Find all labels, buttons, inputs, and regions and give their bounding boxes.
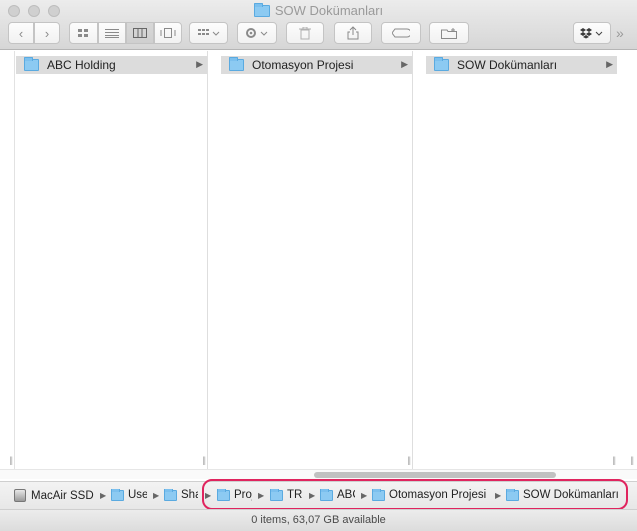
chevron-right-icon: › [44, 25, 50, 41]
users-folder-icon [111, 489, 124, 501]
hard-disk-icon [14, 489, 26, 502]
window-titlebar: SOW Dokümanları ‹ › » [0, 0, 637, 50]
window-title: SOW Dokümanları [0, 2, 637, 18]
browser-column-2: Otomasyon Projesi ▶ || [221, 51, 413, 469]
column-resize-handle[interactable]: || [630, 455, 634, 465]
grid-icon [78, 28, 88, 37]
cover-flow-icon [160, 28, 176, 38]
column-item-otomasyon-projesi[interactable]: Otomasyon Projesi ▶ [221, 56, 412, 74]
toolbar-overflow-icon[interactable]: » [616, 25, 624, 41]
dropbox-icon [580, 28, 603, 39]
folder-icon [434, 57, 449, 71]
trash-icon [299, 26, 311, 39]
column-view-button[interactable] [126, 22, 154, 44]
column-resize-handle[interactable]: || [9, 455, 13, 465]
disclosure-arrow-icon: ▶ [196, 59, 203, 69]
column-left-edge: || [0, 51, 15, 469]
path-item-label: Users [128, 489, 147, 501]
new-folder-button[interactable] [429, 22, 469, 44]
path-item-shared[interactable]: Shared [164, 489, 198, 501]
column-resize-handle[interactable]: || [407, 455, 411, 465]
columns-icon [133, 28, 147, 38]
path-separator-icon: ▶ [100, 491, 107, 500]
path-item-users[interactable]: Users [111, 489, 147, 501]
share-button[interactable] [334, 22, 372, 44]
column-item-abc-holding[interactable]: ABC Holding ▶ [16, 56, 207, 74]
toolbar: ‹ › » [0, 22, 637, 46]
new-folder-icon [441, 27, 457, 39]
tag-icon [392, 28, 410, 38]
browser-column-3: SOW Dokümanları ▶ || [426, 51, 618, 469]
back-button[interactable]: ‹ [8, 22, 34, 44]
delete-button[interactable] [286, 22, 324, 44]
list-icon [105, 28, 119, 38]
dropbox-button[interactable] [573, 22, 611, 44]
disclosure-arrow-icon: ▶ [606, 59, 613, 69]
folder-icon [164, 489, 177, 501]
column-item-label: Otomasyon Projesi [252, 58, 354, 72]
column-item-label: SOW Dokümanları [457, 58, 558, 72]
column-resize-handle[interactable]: || [612, 455, 616, 465]
scrollbar-thumb[interactable] [314, 472, 556, 478]
path-separator-icon: ▶ [153, 491, 160, 500]
path-highlight-annotation [202, 479, 628, 510]
path-item-macair-ssd[interactable]: MacAir SSD [14, 489, 96, 502]
column-resize-handle[interactable]: || [202, 455, 206, 465]
folder-icon [229, 57, 244, 71]
share-icon [347, 26, 359, 40]
window-title-label: SOW Dokümanları [274, 3, 384, 18]
folder-icon [253, 2, 270, 17]
tags-button[interactable] [381, 22, 421, 44]
icon-view-button[interactable] [69, 22, 98, 44]
column-item-sow-dokumanlari[interactable]: SOW Dokümanları ▶ [426, 56, 617, 74]
arrange-grid-icon [197, 29, 219, 36]
action-button[interactable] [237, 22, 277, 44]
browser-column-4: || [617, 51, 637, 469]
view-mode-segmented-control [69, 22, 182, 44]
browser-column-1: ABC Holding ▶ || [16, 51, 208, 469]
forward-button[interactable]: › [34, 22, 60, 44]
list-view-button[interactable] [98, 22, 126, 44]
gear-icon [246, 28, 268, 38]
status-text: 0 items, 63,07 GB available [251, 514, 386, 526]
disclosure-arrow-icon: ▶ [401, 59, 408, 69]
status-bar: 0 items, 63,07 GB available [0, 509, 637, 531]
path-item-label: Shared [181, 489, 198, 501]
path-item-label: MacAir SSD [31, 489, 94, 502]
arrange-button[interactable] [189, 22, 228, 44]
nav-buttons: ‹ › [8, 22, 60, 44]
folder-icon [24, 57, 39, 71]
column-item-label: ABC Holding [47, 58, 116, 72]
horizontal-scrollbar[interactable] [0, 469, 637, 479]
cover-flow-view-button[interactable] [154, 22, 182, 44]
chevron-left-icon: ‹ [18, 25, 24, 41]
